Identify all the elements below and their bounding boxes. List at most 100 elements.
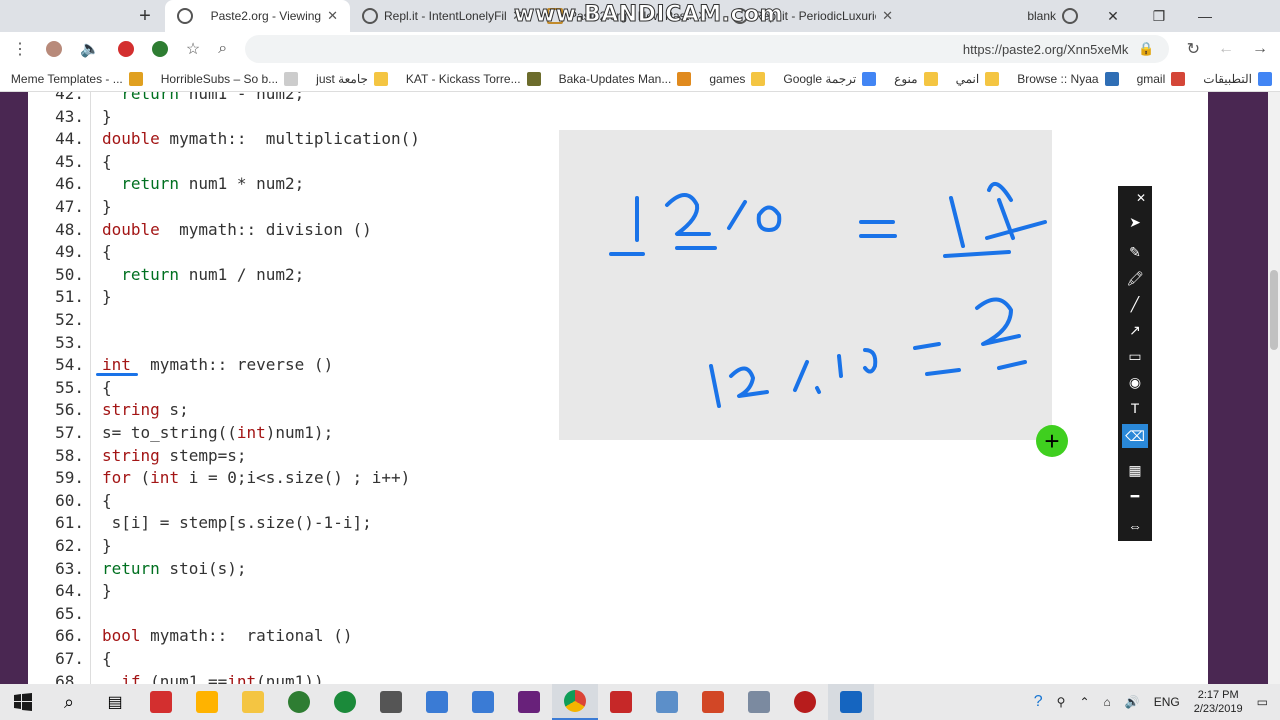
clock[interactable]: 2:17 PM 2/23/2019 bbox=[1194, 688, 1243, 716]
code-text[interactable]: string stemp=s; bbox=[102, 446, 247, 465]
avatar[interactable] bbox=[46, 41, 62, 57]
code-text[interactable]: { bbox=[102, 152, 112, 171]
input-language[interactable]: ENG bbox=[1154, 695, 1180, 709]
bookmark-item[interactable]: Google ترجمة bbox=[783, 71, 877, 86]
code-text[interactable]: { bbox=[102, 242, 112, 261]
people-icon[interactable]: ⚲ bbox=[1057, 695, 1066, 709]
app-icon[interactable] bbox=[276, 684, 322, 720]
bookmark-item[interactable]: gmail bbox=[1137, 71, 1186, 86]
code-text[interactable]: for (int i = 0;i<s.size() ; i++) bbox=[102, 468, 410, 487]
code-text[interactable]: { bbox=[102, 378, 112, 397]
tab-blank[interactable]: blank bbox=[905, 0, 1090, 32]
file-explorer-icon[interactable] bbox=[230, 684, 276, 720]
code-text[interactable]: } bbox=[102, 107, 112, 126]
reload-icon[interactable]: ↻ bbox=[1187, 39, 1200, 59]
powerpoint-icon[interactable] bbox=[690, 684, 736, 720]
bookmark-item[interactable]: التطبيقات bbox=[1203, 71, 1272, 86]
chrome-icon[interactable] bbox=[552, 684, 598, 720]
code-text[interactable]: s[i] = stemp[s.size()-1-i]; bbox=[102, 513, 372, 532]
code-text[interactable]: int mymath:: reverse () bbox=[96, 355, 333, 377]
network-icon[interactable]: ⌂ bbox=[1104, 695, 1111, 709]
pen-tool-icon[interactable]: ✎ bbox=[1122, 240, 1148, 264]
zoom-icon[interactable]: ⌕ bbox=[218, 40, 227, 58]
notepad-icon[interactable] bbox=[368, 684, 414, 720]
code-text[interactable]: } bbox=[102, 536, 112, 555]
bookmark-item[interactable]: games bbox=[709, 71, 766, 86]
annotation-whiteboard[interactable] bbox=[559, 130, 1052, 440]
arrow-tool-icon[interactable]: ↗ bbox=[1122, 318, 1148, 342]
address-bar[interactable]: https://paste2.org/Xnn5xeMk 🔒 bbox=[245, 35, 1169, 63]
code-text[interactable]: s= to_string((int)num1); bbox=[102, 423, 333, 442]
mute-icon[interactable]: 🔈 bbox=[80, 39, 100, 59]
bookmark-item[interactable]: just جامعة bbox=[316, 71, 388, 86]
bookmark-item[interactable]: Browse :: Nyaa bbox=[1017, 71, 1119, 86]
bookmark-star-icon[interactable]: ☆ bbox=[186, 39, 200, 59]
menu-icon[interactable]: ⋮ bbox=[12, 39, 28, 59]
rectangle-tool-icon[interactable]: ▭ bbox=[1122, 344, 1148, 368]
line-tool-icon[interactable]: ╱ bbox=[1122, 292, 1148, 316]
maximize-window-icon[interactable]: ❐ bbox=[1136, 0, 1182, 32]
help-icon[interactable]: ? bbox=[1034, 693, 1043, 711]
bookmark-item[interactable]: Baka-Updates Man... bbox=[559, 71, 692, 86]
code-text[interactable]: return stoi(s); bbox=[102, 559, 247, 578]
back-icon[interactable]: → bbox=[1252, 40, 1268, 58]
close-window-icon[interactable]: ✕ bbox=[1090, 0, 1136, 32]
clear-canvas-icon[interactable]: ▦ bbox=[1122, 458, 1148, 482]
extension-icon[interactable] bbox=[117, 41, 134, 57]
thickness-icon[interactable]: ━ bbox=[1122, 484, 1148, 508]
app-icon[interactable] bbox=[828, 684, 874, 720]
bookmark-icon bbox=[284, 71, 299, 86]
code-text[interactable]: if (num1 ==int(num1)) bbox=[102, 672, 323, 684]
bookmark-item[interactable]: انمي bbox=[956, 71, 1000, 86]
document-icon[interactable] bbox=[460, 684, 506, 720]
minimize-window-icon[interactable]: — bbox=[1182, 0, 1228, 32]
task-view-icon[interactable]: ▤ bbox=[92, 684, 138, 720]
tab-paste2-viewing[interactable]: ✕ Paste2.org - Viewing bbox=[165, 0, 350, 32]
code-text[interactable]: return num1 - num2; bbox=[102, 92, 304, 103]
close-tab-icon[interactable]: ✕ bbox=[882, 8, 893, 24]
volume-icon[interactable]: 🔊 bbox=[1125, 695, 1140, 709]
tab-replit-intent[interactable]: ✕ Repl.it - IntentLonelyFile bbox=[350, 0, 535, 32]
video-icon[interactable] bbox=[736, 684, 782, 720]
pdf-icon[interactable] bbox=[598, 684, 644, 720]
bookmark-item[interactable]: Meme Templates - ... bbox=[11, 71, 143, 86]
code-text[interactable]: { bbox=[102, 491, 112, 510]
close-tab-icon[interactable]: ✕ bbox=[327, 8, 338, 24]
search-icon[interactable]: ⌕ bbox=[46, 684, 92, 720]
code-text[interactable]: } bbox=[102, 197, 112, 216]
start-button[interactable] bbox=[0, 684, 46, 720]
page-scrollbar[interactable] bbox=[1268, 92, 1280, 684]
visual-studio-icon[interactable] bbox=[506, 684, 552, 720]
bookmark-item[interactable]: KAT - Kickass Torre... bbox=[406, 71, 541, 86]
code-text[interactable]: double mymath:: division () bbox=[102, 220, 372, 239]
document-icon[interactable] bbox=[414, 684, 460, 720]
text-tool-icon[interactable]: T bbox=[1122, 396, 1148, 420]
bookmark-item[interactable]: HorribleSubs – So b... bbox=[161, 71, 299, 86]
extension-icon[interactable] bbox=[151, 41, 168, 57]
chevron-up-icon[interactable]: ⌃ bbox=[1079, 695, 1089, 709]
resize-panel-icon[interactable]: ⇔ bbox=[1122, 514, 1148, 538]
new-tab-button[interactable]: + bbox=[125, 0, 165, 32]
close-panel-icon[interactable]: ✕ bbox=[1132, 188, 1150, 208]
code-text[interactable]: bool mymath:: rational () bbox=[102, 626, 352, 645]
palette-tool-icon[interactable]: ◉ bbox=[1122, 370, 1148, 394]
record-icon[interactable] bbox=[782, 684, 828, 720]
utorrent-icon[interactable] bbox=[322, 684, 368, 720]
pointer-tool-icon[interactable]: ➤ bbox=[1122, 210, 1148, 234]
scrollbar-thumb[interactable] bbox=[1270, 270, 1278, 350]
code-text[interactable]: } bbox=[102, 287, 112, 306]
code-text[interactable]: } bbox=[102, 581, 112, 600]
app-icon[interactable] bbox=[644, 684, 690, 720]
highlighter-tool-icon[interactable]: 🖍 bbox=[1122, 266, 1148, 290]
app-icon[interactable] bbox=[138, 684, 184, 720]
code-text[interactable]: return num1 / num2; bbox=[102, 265, 304, 284]
code-text[interactable]: string s; bbox=[102, 400, 189, 419]
forward-icon[interactable]: ← bbox=[1218, 40, 1234, 58]
store-icon[interactable] bbox=[184, 684, 230, 720]
bookmark-item[interactable]: منوع bbox=[894, 71, 938, 86]
code-text[interactable]: { bbox=[102, 649, 112, 668]
notifications-icon[interactable]: ▭ bbox=[1257, 695, 1268, 709]
code-text[interactable]: return num1 * num2; bbox=[102, 174, 304, 193]
eraser-tool-icon[interactable]: ⌫ bbox=[1122, 424, 1148, 448]
code-text[interactable]: double mymath:: multiplication() bbox=[102, 129, 420, 148]
